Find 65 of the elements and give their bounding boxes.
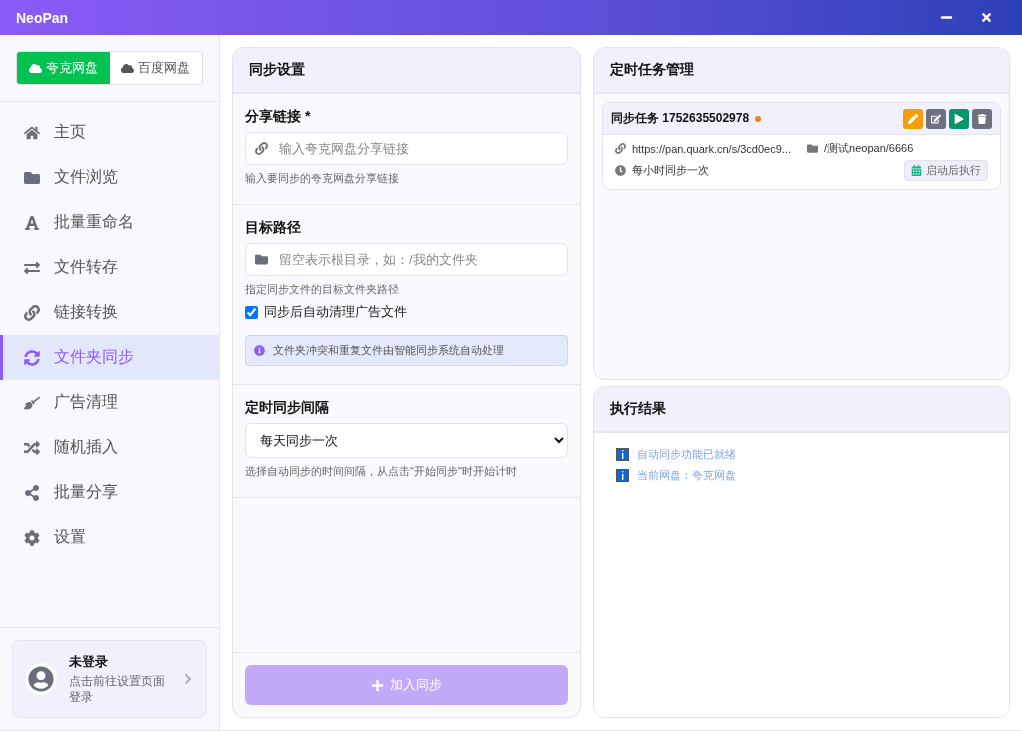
sidebar-item[interactable]: 链接转换 bbox=[0, 290, 219, 335]
brush-icon bbox=[23, 394, 40, 411]
task-schedule: 每小时同步一次 bbox=[632, 163, 709, 178]
edit-button[interactable] bbox=[926, 108, 946, 129]
link-icon bbox=[23, 304, 40, 321]
run-badge: 启动后执行 bbox=[904, 160, 988, 181]
play-button[interactable] bbox=[949, 108, 969, 129]
folder-icon bbox=[807, 143, 818, 154]
chevron-icon bbox=[182, 673, 194, 685]
window-title: NeoPan bbox=[16, 9, 70, 26]
link-icon bbox=[255, 142, 268, 155]
sidebar-item[interactable]: 主页 bbox=[0, 110, 219, 155]
sidebar-item[interactable]: 批量分享 bbox=[0, 470, 219, 515]
sync-icon bbox=[23, 349, 40, 366]
shuffle-icon bbox=[23, 439, 40, 456]
sidebar-item[interactable]: 批量重命名 bbox=[0, 200, 219, 245]
share-icon bbox=[23, 484, 40, 501]
home-icon bbox=[23, 124, 40, 141]
help-text: 输入要同步的夸克网盘分享链接 bbox=[245, 171, 400, 186]
play-icon bbox=[954, 113, 964, 124]
task-name: 同步任务 1752635502978 bbox=[611, 110, 750, 127]
sidebar-item[interactable]: 文件夹同步 bbox=[0, 335, 219, 380]
cloud-icon bbox=[121, 61, 135, 75]
panel-title: 执行结果 bbox=[594, 386, 1009, 433]
log-entry: 当前网盘：夸克网盘 bbox=[637, 467, 736, 483]
sidebar-item[interactable]: 设置 bbox=[0, 515, 219, 560]
delete-button[interactable] bbox=[972, 108, 992, 129]
notice-text: 文件夹冲突和重复文件由智能同步系统自动处理 bbox=[273, 343, 504, 358]
edit-icon bbox=[931, 113, 941, 124]
help-text: 选择自动同步的时间间隔，从点击"开始同步"时开始计时 bbox=[245, 464, 518, 479]
target-path-field[interactable]: 留空表示根目录，如：/我的文件夹 bbox=[245, 243, 568, 276]
arrows-icon bbox=[23, 259, 40, 276]
panel-title: 定时任务管理 bbox=[594, 48, 1009, 94]
link-icon bbox=[615, 143, 626, 154]
settings-icon bbox=[23, 529, 40, 546]
plus-icon bbox=[371, 678, 384, 692]
letter-icon bbox=[23, 214, 40, 231]
log-entry: 自动同步功能已就绪 bbox=[637, 446, 736, 462]
cloud-icon bbox=[28, 61, 42, 75]
info-icon bbox=[616, 447, 629, 461]
interval-select[interactable]: 每天同步一次 bbox=[245, 423, 568, 458]
checkbox-label: 同步后自动清理广告文件 bbox=[264, 303, 407, 321]
info-icon bbox=[616, 468, 629, 482]
field-label: 分享链接 * bbox=[245, 108, 312, 126]
user-icon bbox=[25, 663, 57, 695]
field-label: 定时同步间隔 bbox=[245, 399, 330, 417]
panel-title: 同步设置 bbox=[233, 48, 580, 94]
share-link-field[interactable]: 输入夸克网盘分享链接 bbox=[245, 132, 568, 165]
delete-icon bbox=[977, 113, 987, 124]
sidebar-item[interactable]: 广告清理 bbox=[0, 380, 219, 425]
sidebar-item[interactable]: 文件转存 bbox=[0, 245, 219, 290]
info-icon bbox=[254, 345, 265, 356]
folder-icon bbox=[23, 169, 40, 186]
field-label: 目标路径 bbox=[245, 219, 302, 237]
checkbox[interactable] bbox=[245, 305, 258, 319]
sidebar-item[interactable]: 文件浏览 bbox=[0, 155, 219, 200]
account-card[interactable]: 未登录 点击前往设置页面登录 bbox=[12, 640, 207, 718]
sidebar-item[interactable]: 随机插入 bbox=[0, 425, 219, 470]
account-hint: 点击前往设置页面登录 bbox=[69, 673, 166, 705]
task-path: /测试neopan/6666 bbox=[824, 141, 914, 156]
help-text: 指定同步文件的目标文件夹路径 bbox=[245, 282, 400, 297]
pencil-icon bbox=[908, 113, 918, 124]
clock-icon bbox=[615, 165, 626, 176]
account-name: 未登录 bbox=[69, 653, 109, 671]
folder-icon bbox=[255, 253, 268, 266]
